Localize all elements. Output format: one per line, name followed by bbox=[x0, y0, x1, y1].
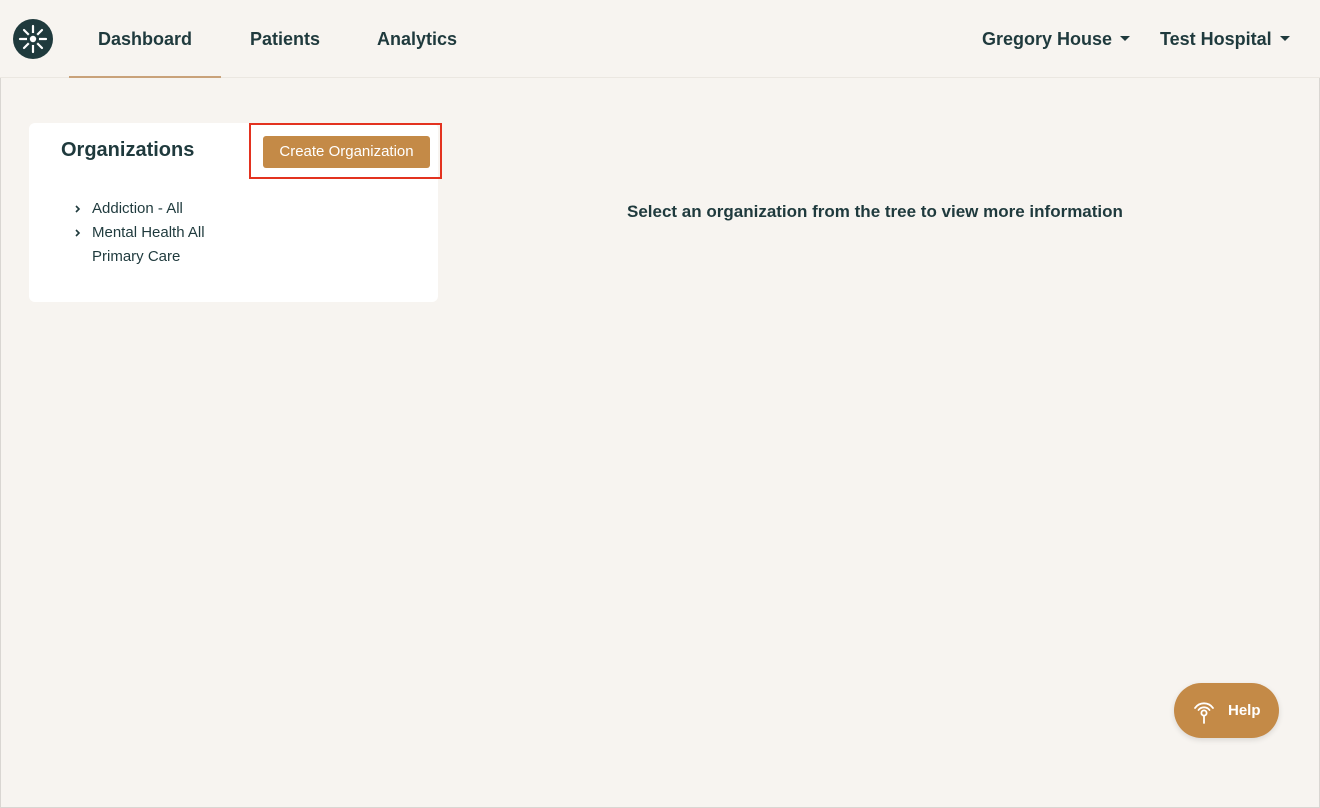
organizations-title: Organizations bbox=[61, 139, 195, 161]
tab-dashboard[interactable]: Dashboard bbox=[69, 0, 221, 78]
logo-icon[interactable] bbox=[13, 19, 53, 59]
help-button[interactable]: Help bbox=[1174, 683, 1279, 738]
empty-state-message: Select an organization from the tree to … bbox=[627, 202, 1123, 221]
user-menu-dropdown[interactable]: Gregory House bbox=[982, 0, 1131, 78]
caret-down-icon bbox=[1279, 35, 1290, 41]
create-organization-highlight: Create Organization bbox=[249, 123, 442, 179]
caret-down-icon bbox=[1120, 35, 1131, 41]
top-navigation-bar: Dashboard Patients Analytics Gregory Hou… bbox=[0, 0, 1320, 78]
tree-item-label: Primary Care bbox=[92, 248, 181, 265]
tab-analytics[interactable]: Analytics bbox=[362, 0, 472, 76]
app-window bbox=[0, 0, 1320, 808]
signal-broadcast-icon bbox=[1194, 702, 1214, 724]
user-menu-label: Gregory House bbox=[982, 29, 1113, 49]
create-organization-button[interactable]: Create Organization bbox=[263, 136, 430, 168]
chevron-right-icon[interactable] bbox=[73, 225, 87, 241]
help-label: Help bbox=[1228, 702, 1261, 719]
tab-patients[interactable]: Patients bbox=[230, 0, 340, 76]
chevron-right-icon[interactable] bbox=[73, 201, 87, 217]
hospital-menu-dropdown[interactable]: Test Hospital bbox=[1160, 0, 1290, 78]
tree-item-label: Addiction - All bbox=[92, 200, 183, 217]
hospital-menu-label: Test Hospital bbox=[1160, 29, 1272, 49]
tree-item-label: Mental Health All bbox=[92, 224, 205, 241]
organizations-panel: Organizations Create Organization Addict… bbox=[29, 123, 442, 302]
